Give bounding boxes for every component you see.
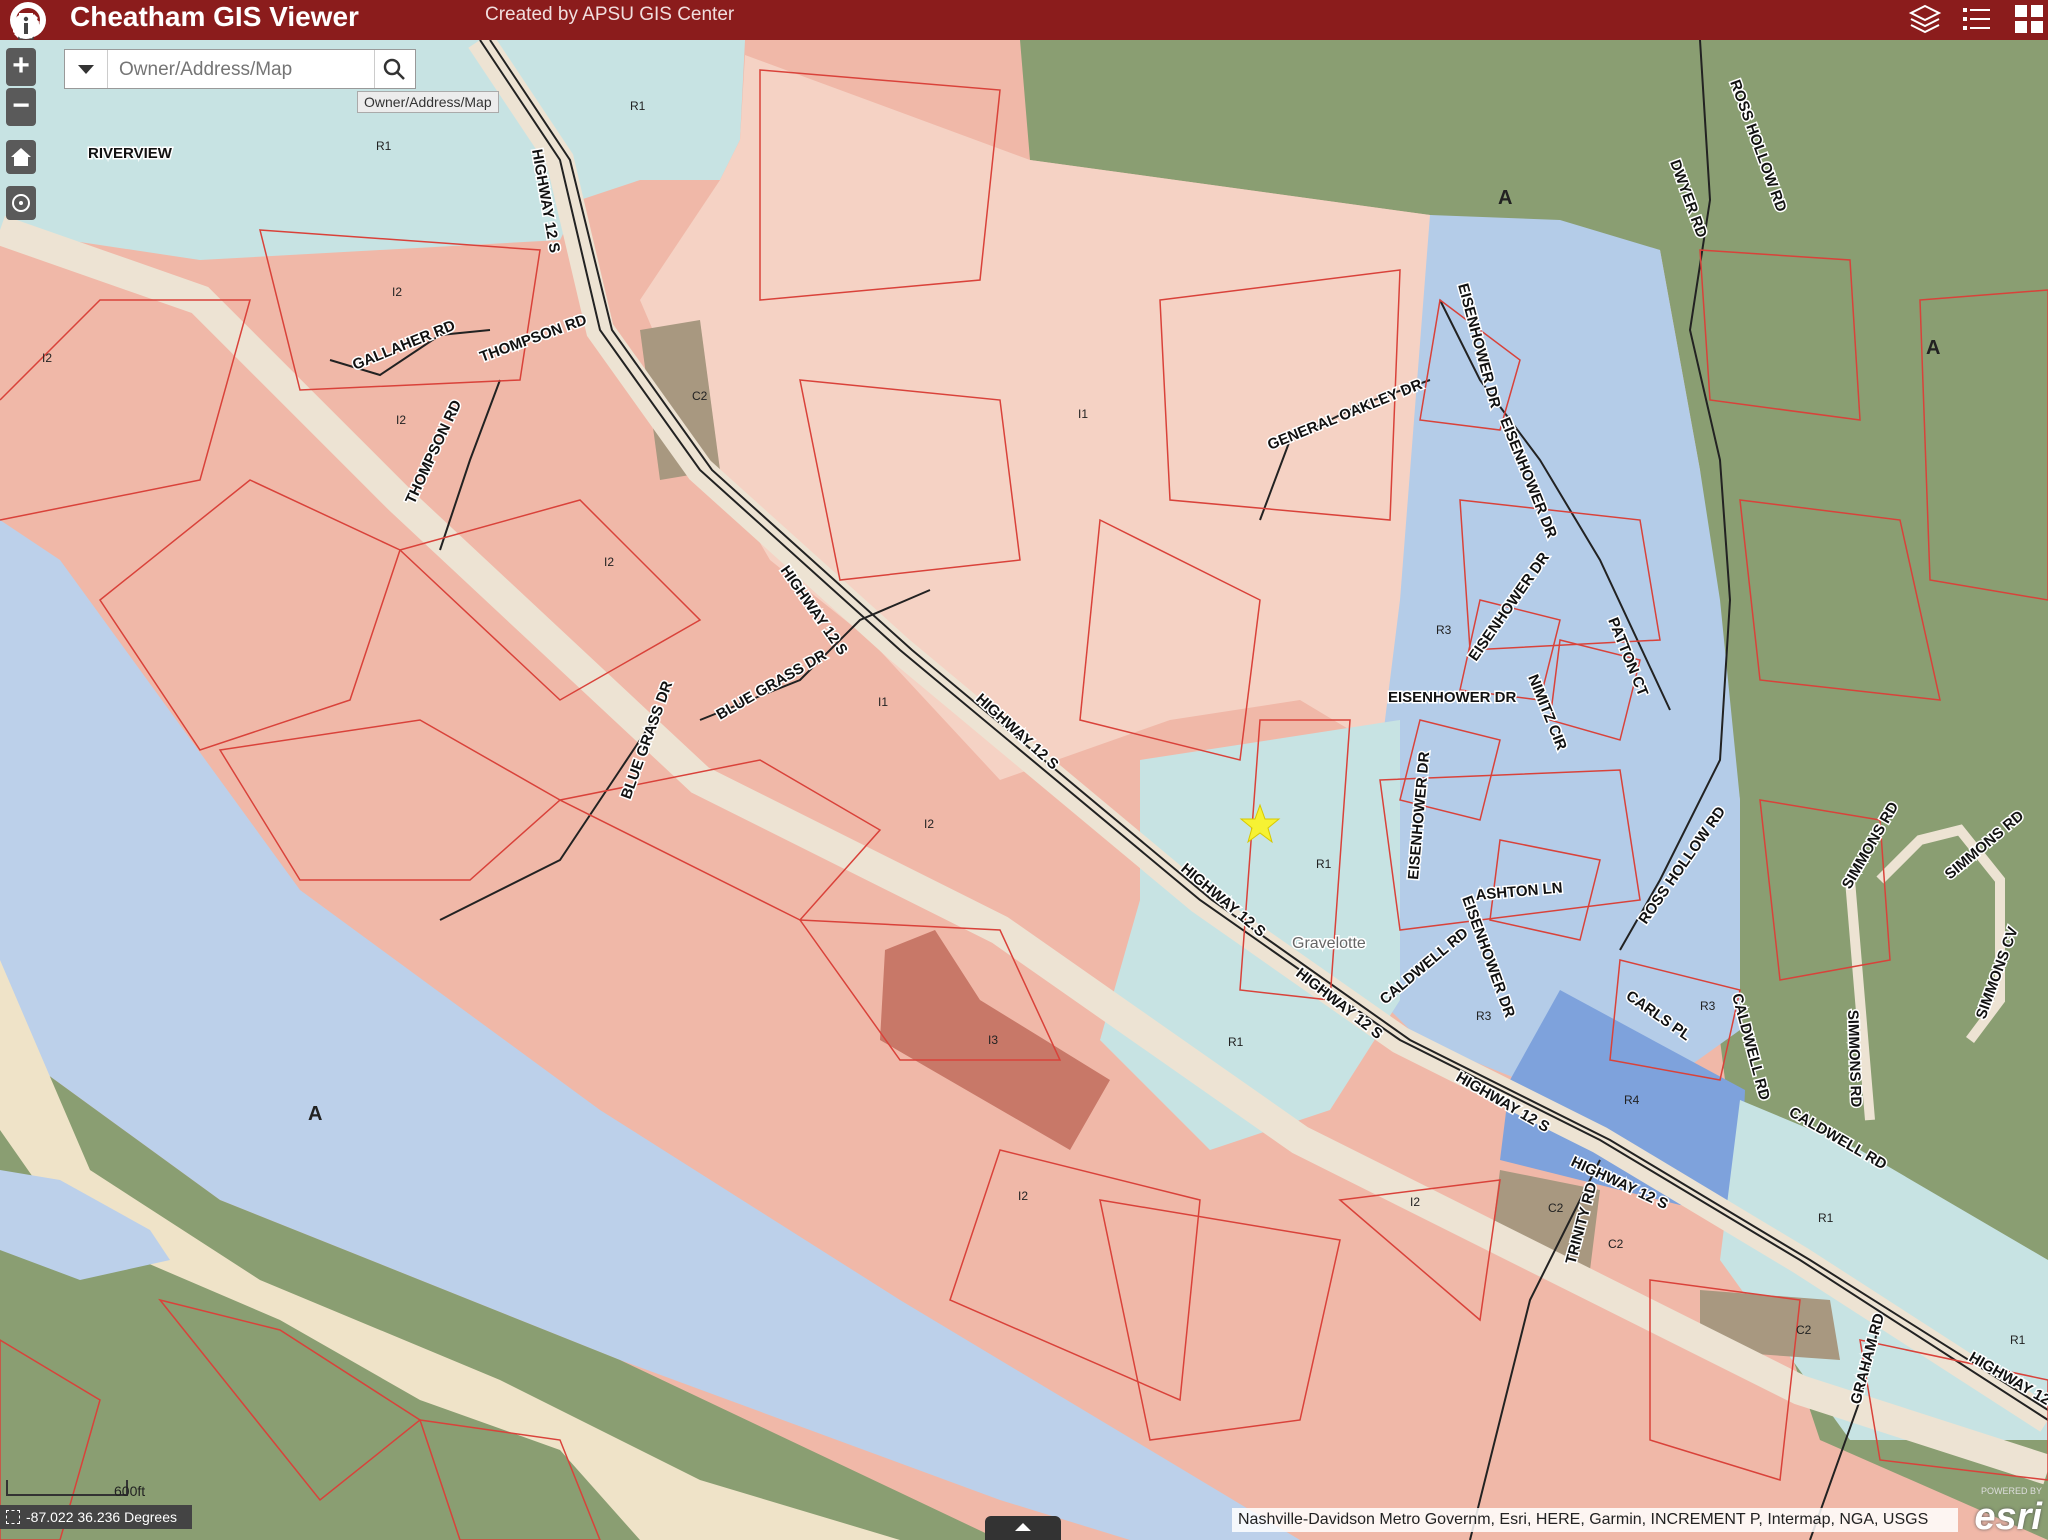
attribution: Nashville-Davidson Metro Governm, Esri, … [1232,1508,1958,1532]
zone-label: A [1926,337,1940,359]
search-bar [64,49,416,89]
zone-label: R1 [2010,1333,2026,1347]
zone-label: I2 [1410,1195,1420,1209]
zone-label: A [1498,187,1512,209]
zone-label: R1 [1228,1035,1244,1049]
zone-label: R1 [376,139,392,153]
search-icon[interactable] [374,50,415,88]
scale-bar [6,1480,128,1496]
locate-icon[interactable] [6,186,36,220]
search-input[interactable] [117,56,381,84]
esri-powered-label: POWERED BY [1980,1486,2042,1496]
app-header: T Cheatham GIS Viewer Created by APSU GI… [0,0,2048,40]
zone-label: I2 [42,351,52,365]
crosshair-icon[interactable] [6,1510,20,1524]
zone-label: I2 [1018,1189,1028,1203]
zone-label: I1 [878,695,888,709]
zone-label: R3 [1476,1009,1492,1023]
esri-logo: POWERED BY esri [1962,1484,2046,1538]
zone-label: I2 [392,285,402,299]
search-source-dropdown[interactable] [65,50,108,88]
zone-label: C2 [1608,1237,1624,1251]
place-label: Gravelotte [1292,935,1366,952]
zone-label: R1 [1818,1211,1834,1225]
map-view[interactable]: HIGHWAY 12 S HIGHWAY 12 S HIGHWAY 12 S H… [0,40,2048,1540]
road-label: EISENHOWER DR [1388,689,1517,706]
app-title: Cheatham GIS Viewer [70,1,359,32]
zone-label: I2 [396,413,406,427]
coordinates-readout: -87.022 36.236 Degrees [0,1505,192,1529]
zone-label: I2 [604,555,614,569]
zoom-in-button[interactable]: + [6,48,36,86]
road-label: RIVERVIEW [88,145,173,162]
zone-label: A [308,1103,322,1125]
layers-icon[interactable] [1908,2,1942,36]
grid-icon[interactable] [2012,2,2046,36]
zone-label: R3 [1700,999,1716,1013]
zone-label: I2 [924,817,934,831]
zone-label: C2 [1548,1201,1564,1215]
zone-label: R3 [1436,623,1452,637]
coordinates-text: -87.022 36.236 Degrees [26,1509,177,1525]
zoom-out-button[interactable]: − [6,88,36,126]
search-tooltip: Owner/Address/Map [357,91,499,113]
zone-label: R1 [630,99,646,113]
scale-label: 600ft [114,1483,146,1499]
zone-label: I1 [1078,407,1088,421]
app-subtitle: Created by APSU GIS Center [485,4,735,25]
esri-logo-text: esri [1974,1496,2042,1538]
expand-panel-button[interactable] [985,1516,1061,1540]
zone-label: C2 [1796,1323,1812,1337]
road-label: SIMMONS RD [1844,1010,1864,1108]
zone-label: R1 [1316,857,1332,871]
zone-label: C2 [692,389,708,403]
home-icon[interactable] [6,140,36,174]
list-icon[interactable] [1960,2,1994,36]
zone-label: R4 [1624,1093,1640,1107]
zone-label: I3 [988,1033,998,1047]
